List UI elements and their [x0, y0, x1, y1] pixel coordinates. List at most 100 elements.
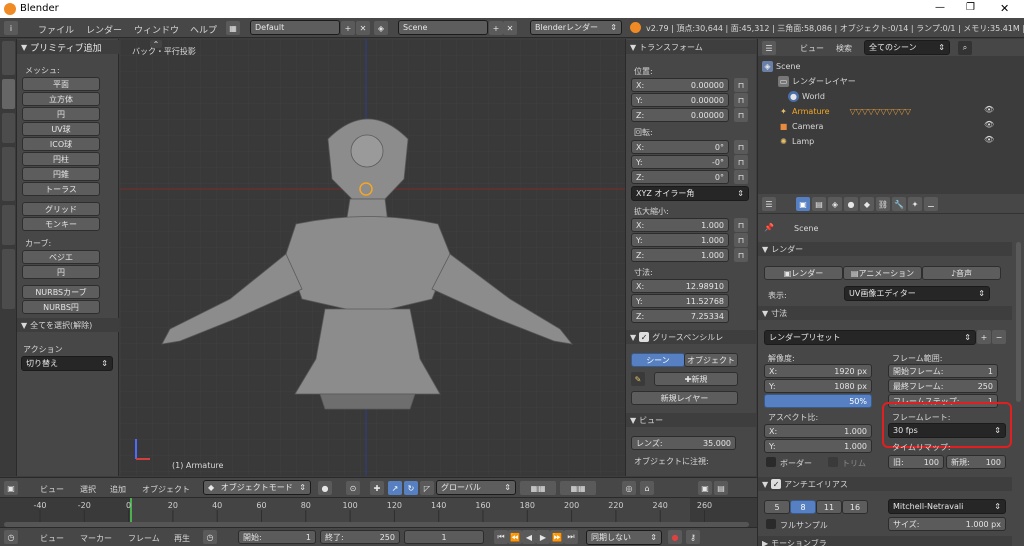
info-editor-icon[interactable]: i: [4, 21, 18, 35]
outliner-item-armature[interactable]: ✦ Armature ▽▽▽▽▽▽▽▽▽▽: [778, 105, 1018, 118]
constraints-tab-icon[interactable]: ⛓: [876, 197, 890, 211]
properties-editor-icon[interactable]: ☰: [762, 197, 776, 211]
render-audio-button[interactable]: ♪ 音声: [922, 266, 1001, 280]
operator-header[interactable]: ▼ 全てを選択(解除): [17, 318, 119, 332]
scale-manipulator-icon[interactable]: ◸: [420, 481, 434, 495]
scene-pin-icon[interactable]: 📌: [764, 223, 774, 232]
add-uv-sphere-button[interactable]: UV球: [22, 122, 100, 136]
tab-tools[interactable]: [2, 41, 15, 75]
lock-rotation-x-icon[interactable]: ⊓: [734, 140, 748, 154]
manipulator-toggle-icon[interactable]: ✚: [370, 481, 384, 495]
aa-filter-selector[interactable]: Mitchell-Netravali ⇕: [888, 499, 1006, 514]
object-mode-selector[interactable]: ◆ オブジェクトモード ⇕: [203, 480, 311, 495]
time-remap-new-field[interactable]: 新規: 100: [946, 455, 1006, 469]
render-tab-icon[interactable]: ▣: [796, 197, 810, 211]
add-nurbs-circle-button[interactable]: NURBS円: [22, 300, 100, 314]
timeline-menu-view[interactable]: ビュー: [40, 533, 64, 544]
grease-pencil-header[interactable]: ▼ ✓ グリースペンシルレ: [626, 330, 756, 344]
remove-layout-icon[interactable]: ✕: [356, 21, 370, 35]
rotation-x-field[interactable]: X: 0°: [631, 140, 729, 154]
render-animation-icon[interactable]: ▤: [714, 481, 728, 495]
current-frame-field[interactable]: 1: [404, 530, 484, 544]
add-torus-button[interactable]: トーラス: [22, 182, 100, 196]
timeline-menu-frame[interactable]: フレーム: [128, 533, 160, 544]
lens-field[interactable]: レンズ: 35.000: [631, 436, 736, 450]
render-button[interactable]: ▣ レンダー: [764, 266, 843, 280]
visibility-eye-icon[interactable]: 👁: [984, 105, 994, 114]
aa-samples-11[interactable]: 11: [816, 500, 842, 514]
maximize-button[interactable]: ❐: [966, 2, 975, 13]
keying-set-icon[interactable]: ⚷: [686, 530, 700, 544]
location-z-field[interactable]: Z: 0.00000: [631, 108, 729, 122]
render-animation-button[interactable]: ▤ アニメーション: [843, 266, 922, 280]
outliner-item-camera[interactable]: ■ Camera: [778, 120, 1018, 133]
layers-grid-icon-2[interactable]: ▦▦: [560, 481, 596, 495]
lock-scale-x-icon[interactable]: ⊓: [734, 218, 748, 232]
add-nurbs-curve-button[interactable]: NURBSカーブ: [22, 285, 100, 299]
tab-animation[interactable]: [2, 147, 15, 201]
tab-physics[interactable]: [2, 205, 15, 245]
lock-rotation-y-icon[interactable]: ⊓: [734, 155, 748, 169]
remove-preset-icon[interactable]: −: [992, 330, 1006, 344]
outliner-item-render-layer[interactable]: ▭ レンダーレイヤー: [778, 75, 1018, 88]
add-monkey-button[interactable]: モンキー: [22, 217, 100, 231]
action-selector[interactable]: 切り替え ⇕: [21, 356, 113, 371]
add-cylinder-button[interactable]: 円柱: [22, 152, 100, 166]
layout-icon[interactable]: ▦: [226, 21, 240, 35]
lock-location-y-icon[interactable]: ⊓: [734, 93, 748, 107]
outliner-search-menu[interactable]: 検索: [836, 43, 852, 54]
preview-range-icon[interactable]: ◷: [203, 530, 217, 544]
add-circle-button[interactable]: 円: [22, 107, 100, 121]
viewport-menu-object[interactable]: オブジェクト: [142, 484, 190, 495]
gp-new-layer-button[interactable]: 新規レイヤー: [631, 391, 738, 405]
aa-size-field[interactable]: サイズ: 1.000 px: [888, 517, 1006, 531]
viewport-menu-add[interactable]: 追加: [110, 484, 126, 495]
play-icon[interactable]: ▶: [536, 530, 550, 544]
menu-render[interactable]: レンダー: [86, 23, 122, 36]
menu-file[interactable]: ファイル: [38, 23, 74, 36]
tab-grease-pencil[interactable]: [2, 249, 15, 309]
outliner-view-menu[interactable]: ビュー: [800, 43, 824, 54]
viewport-menu-select[interactable]: 選択: [80, 484, 96, 495]
viewport-shading-icon[interactable]: ●: [318, 481, 332, 495]
aa-samples-5[interactable]: 5: [764, 500, 790, 514]
timeline-editor-icon[interactable]: ◷: [4, 530, 18, 544]
motion-blur-header[interactable]: ▶ モーションブラ: [758, 536, 1012, 546]
scene-tab-icon[interactable]: ◈: [828, 197, 842, 211]
gp-new-button[interactable]: ✚ 新規: [654, 372, 738, 386]
visibility-eye-icon[interactable]: 👁: [984, 120, 994, 129]
outliner-editor-icon[interactable]: ☰: [762, 41, 776, 55]
pivot-point-icon[interactable]: ⊙: [346, 481, 360, 495]
scale-z-field[interactable]: Z: 1.000: [631, 248, 729, 262]
modifiers-tab-icon[interactable]: 🔧: [892, 197, 906, 211]
view-panel-header[interactable]: ▼ ビュー: [626, 413, 756, 427]
add-grid-button[interactable]: グリッド: [22, 202, 100, 216]
add-layout-icon[interactable]: +: [341, 21, 355, 35]
rotation-z-field[interactable]: Z: 0°: [631, 170, 729, 184]
timeline-end-field[interactable]: 終了: 250: [320, 530, 400, 544]
render-display-selector[interactable]: UV画像エディター ⇕: [844, 286, 990, 301]
translate-manipulator-icon[interactable]: ↗: [388, 481, 402, 495]
render-preview-icon[interactable]: ▣: [698, 481, 712, 495]
resolution-percentage-field[interactable]: 50%: [764, 394, 872, 408]
properties-scrollbar[interactable]: [1016, 242, 1021, 402]
anti-aliasing-checkbox[interactable]: ✓: [771, 479, 782, 489]
lock-location-x-icon[interactable]: ⊓: [734, 78, 748, 92]
play-reverse-icon[interactable]: ◀: [522, 530, 536, 544]
rotation-y-field[interactable]: Y: -0°: [631, 155, 729, 169]
aspect-x-field[interactable]: X: 1.000: [764, 424, 872, 438]
location-x-field[interactable]: X: 0.00000: [631, 78, 729, 92]
lock-scale-z-icon[interactable]: ⊓: [734, 248, 748, 262]
auto-keying-icon[interactable]: ●: [668, 530, 682, 544]
gp-object-toggle[interactable]: オブジェクト: [684, 353, 738, 367]
tab-relations[interactable]: [2, 113, 15, 143]
add-ico-sphere-button[interactable]: ICO球: [22, 137, 100, 151]
jump-start-icon[interactable]: ⏮: [494, 530, 508, 544]
gp-pencil-icon[interactable]: ✎: [631, 372, 645, 386]
object-tab-icon[interactable]: ◆: [860, 197, 874, 211]
resolution-x-field[interactable]: X: 1920 px: [764, 364, 872, 378]
timeline-menu-playback[interactable]: 再生: [174, 533, 190, 544]
gp-scene-toggle[interactable]: シーン: [631, 353, 685, 367]
aspect-y-field[interactable]: Y: 1.000: [764, 439, 872, 453]
3d-view-editor-icon[interactable]: ▣: [4, 481, 18, 495]
